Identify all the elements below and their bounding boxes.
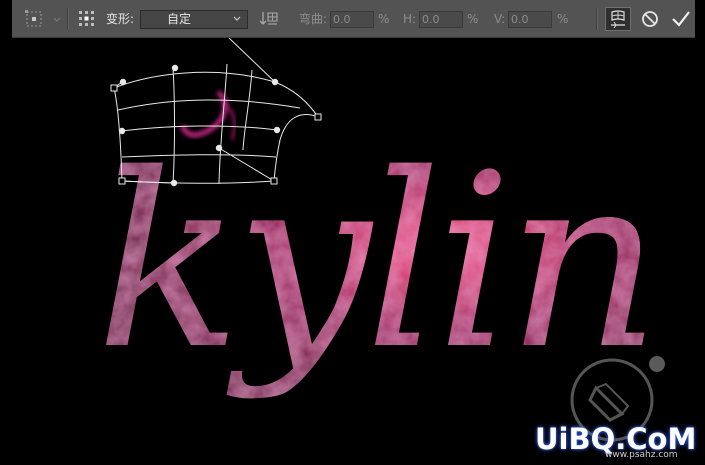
canvas-artwork: kylin	[96, 38, 665, 442]
vertical-distort-label: V:	[494, 12, 506, 26]
vertical-distort-unit: %	[557, 12, 569, 26]
options-bar: 变形: 自定 弯曲: 0.0 % H: 0.0 % V: 0.0 %	[12, 0, 695, 38]
commit-transform-button[interactable]	[668, 7, 694, 31]
warp-orientation-icon[interactable]	[258, 8, 282, 30]
horizontal-distort-unit: %	[467, 12, 479, 26]
warp-style-label: 变形:	[106, 12, 135, 26]
chevron-down-icon	[232, 12, 242, 31]
horizontal-distort-input[interactable]: 0.0	[419, 11, 463, 28]
warp-grid-icon[interactable]	[76, 8, 100, 30]
photoshop-warp-window: 变形: 自定 弯曲: 0.0 % H: 0.0 % V: 0.0 % kylin…	[0, 0, 705, 465]
kylin-text[interactable]: kylin	[96, 122, 661, 402]
cancel-transform-button[interactable]	[637, 7, 663, 31]
bend-label: 弯曲:	[299, 12, 328, 26]
chevron-down-icon[interactable]	[52, 8, 62, 30]
warp-toggle-icon	[611, 10, 625, 29]
cancel-icon	[642, 11, 658, 27]
watermark: UiBQ.CoM www.psahz.com	[535, 422, 700, 462]
bend-unit: %	[378, 12, 390, 26]
watermark-url: www.psahz.com	[605, 450, 678, 460]
horizontal-distort-label: H:	[403, 12, 417, 26]
bend-input[interactable]: 0.0	[330, 11, 374, 28]
toolbar-divider	[67, 8, 69, 30]
warp-style-dropdown[interactable]: 自定	[140, 10, 248, 29]
toolbar-divider	[596, 8, 598, 30]
checkmark-icon	[672, 11, 690, 27]
warp-style-value: 自定	[167, 12, 192, 26]
toggle-warp-button[interactable]	[605, 7, 631, 31]
reference-point-icon[interactable]	[24, 8, 50, 30]
vertical-distort-input[interactable]: 0.0	[508, 11, 552, 28]
document-canvas[interactable]: kylin	[0, 38, 705, 465]
